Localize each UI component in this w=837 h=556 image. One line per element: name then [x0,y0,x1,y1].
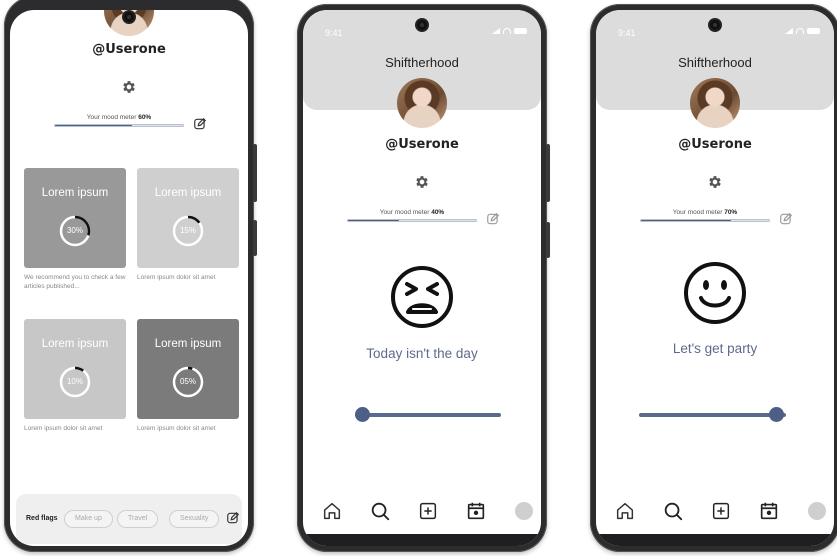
search-icon[interactable] [662,500,684,522]
wifi-icon [503,28,511,34]
mood-meter-fill [641,220,731,221]
tag-chip[interactable]: Make up [64,510,113,528]
slider-knob[interactable] [355,407,371,422]
card-caption: We recommend you to check a few articles… [24,274,126,290]
screen: @Userone Your mood meter 60% Lorem ipsum… [10,10,248,546]
progress-percent: 30% [66,226,83,235]
power-button [253,220,257,256]
card-title: Lorem ipsum [41,338,109,350]
volume-button [253,144,257,202]
avatar[interactable] [397,78,447,128]
bottom-bezel [596,534,834,546]
mood-meter-fill [348,220,400,221]
status-bar: 9:41 [596,28,834,40]
tired-face-icon [391,266,453,328]
status-time: 9:41 [618,28,636,38]
mood-slider[interactable] [355,407,501,422]
bottom-bezel [303,534,541,546]
mood-meter-bar [640,219,770,222]
home-icon[interactable] [321,500,343,522]
card-title: Lorem ipsum [41,187,109,199]
profile-avatar[interactable] [808,502,826,520]
red-flags-bar: Red flags Make up Travel Sexuality [16,494,242,544]
power-button [546,222,550,258]
plus-square-icon[interactable] [710,500,732,522]
battery-icon [807,28,820,34]
article-card[interactable]: Lorem ipsum 05% [137,319,239,419]
avatar[interactable] [690,78,740,128]
username: @Userone [92,42,166,57]
mood-meter-label: Your mood meter 60% [86,114,152,121]
mood-meter-bar [54,124,184,127]
mood-meter-label: Your mood meter 70% [672,209,738,216]
smiling-face-icon [684,262,746,324]
app-title: Shiftherhood [385,55,459,70]
article-card[interactable]: Lorem ipsum 30% [24,168,126,268]
bottom-nav [596,500,834,526]
mood-slider[interactable] [639,407,786,422]
signal-icon [492,28,500,34]
signal-icon [785,28,793,34]
front-camera [124,12,134,22]
search-icon[interactable] [369,500,391,522]
mood-message: Let's get party [672,341,758,356]
phone-mood-high: 9:41 Shiftherhood @Userone Your mood met… [590,4,837,552]
progress-percent: 05% [179,377,196,386]
status-bar: 9:41 [303,28,541,40]
card-caption: Lorem ipsum dolor sit amet [137,425,216,432]
card-title: Lorem ipsum [154,338,222,350]
status-time: 9:41 [325,28,343,38]
gear-icon[interactable] [121,79,137,95]
mood-meter-fill [55,125,132,126]
username: @Userone [385,137,459,152]
mood-meter-bar [347,219,477,222]
phone-profile-overview: @Userone Your mood meter 60% Lorem ipsum… [4,0,257,552]
edit-icon[interactable] [486,212,500,226]
card-caption: Lorem ipsum dolor sit amet [24,425,103,432]
screen: 9:41 Shiftherhood @Userone Your mood met… [303,10,541,546]
home-icon[interactable] [614,500,636,522]
slider-knob[interactable] [768,407,784,422]
phone-mood-low: 9:41 Shiftherhood @Userone Your mood met… [297,4,550,552]
calendar-icon[interactable] [465,500,487,522]
volume-button [546,144,550,202]
edit-icon[interactable] [193,117,207,131]
tag-chip[interactable]: Travel [117,510,159,528]
screen: 9:41 Shiftherhood @Userone Your mood met… [596,10,834,546]
progress-percent: 15% [179,226,196,235]
gear-icon[interactable] [707,174,723,190]
mood-message: Today isn't the day [366,346,478,361]
mood-meter-label: Your mood meter 40% [379,209,445,216]
article-card[interactable]: Lorem ipsum 15% [137,168,239,268]
tag-chip[interactable]: Sexuality [169,510,220,528]
article-card[interactable]: Lorem ipsum 10% [24,319,126,419]
username: @Userone [678,137,752,152]
card-caption: Lorem ipsum dolor sit amet [137,274,216,281]
progress-percent: 10% [66,377,83,386]
wifi-icon [796,28,804,34]
bottom-nav [303,500,541,526]
edit-icon[interactable] [226,511,240,525]
card-title: Lorem ipsum [154,187,222,199]
gear-icon[interactable] [414,174,430,190]
edit-icon[interactable] [779,212,793,226]
plus-square-icon[interactable] [417,500,439,522]
calendar-icon[interactable] [758,500,780,522]
red-flags-label: Red flags [26,515,58,522]
app-title: Shiftherhood [678,55,752,70]
profile-avatar[interactable] [515,502,533,520]
battery-icon [514,28,527,34]
